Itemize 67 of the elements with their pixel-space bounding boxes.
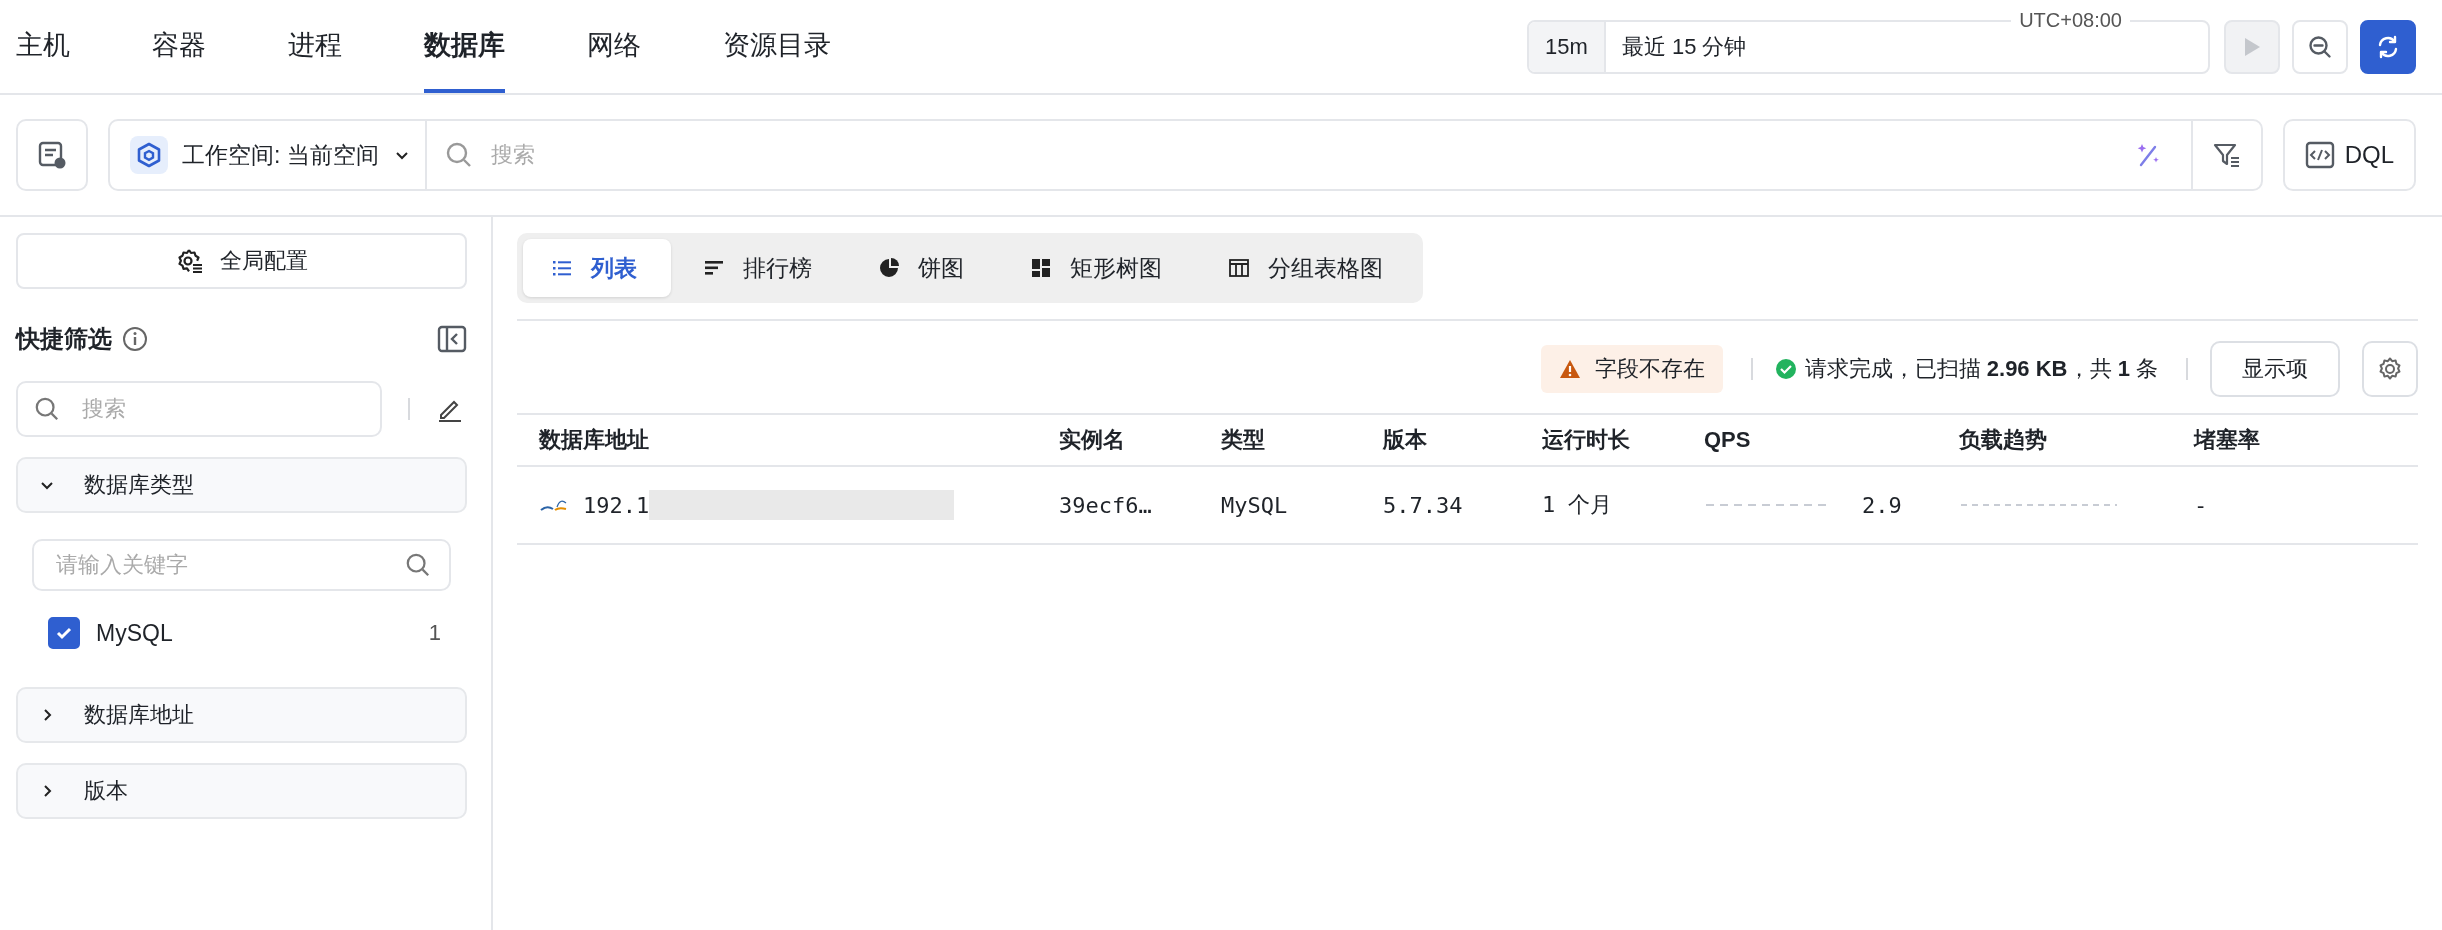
nav-tab[interactable]: 资源目录 xyxy=(723,0,831,93)
column-header: 运行时长 xyxy=(1541,426,1631,454)
display-columns-button[interactable]: 显示项 xyxy=(2210,341,2340,397)
column-header: 负载趋势 xyxy=(1958,426,2048,454)
column-header: 版本 xyxy=(1382,426,1428,454)
collapse-panel-icon[interactable] xyxy=(437,325,467,353)
nav-tab[interactable]: 容器 xyxy=(152,0,206,93)
nav-tab[interactable]: 网络 xyxy=(587,0,641,93)
time-range-badge: 15m xyxy=(1529,21,1606,72)
report-button[interactable] xyxy=(16,119,88,191)
time-range-label: 最近 15 分钟 xyxy=(1620,32,1747,61)
keyword-search-field[interactable]: 请输入关键字 xyxy=(32,539,451,591)
column-header: 类型 xyxy=(1220,426,1266,454)
view-tab[interactable]: 饼图 xyxy=(850,239,998,297)
table-cell-text: MySQL xyxy=(1220,492,1289,518)
filter-group-header[interactable]: 数据库地址 xyxy=(16,687,467,743)
nav-tab[interactable]: 数据库 xyxy=(424,0,505,93)
check-circle-icon xyxy=(1774,358,1797,380)
pie-chart-icon xyxy=(878,257,900,279)
play-icon xyxy=(2243,36,2261,57)
search-icon xyxy=(34,396,60,422)
zoom-out-button[interactable] xyxy=(2292,19,2348,74)
column-header: 堵塞率 xyxy=(2192,426,2261,454)
option-count: 1 xyxy=(428,620,441,646)
filter-search-field[interactable]: 搜索 xyxy=(16,381,382,437)
option-label: MySQL xyxy=(96,619,173,647)
code-icon xyxy=(2304,141,2335,169)
warning-badge: 字段不存在 xyxy=(1540,345,1723,393)
filter-group-header[interactable]: 数据库类型 xyxy=(16,457,467,513)
document-clock-icon xyxy=(37,140,67,170)
settings-icon xyxy=(2377,356,2403,382)
treemap-icon xyxy=(1030,257,1052,279)
view-tab[interactable]: 排行榜 xyxy=(675,239,846,297)
info-icon[interactable] xyxy=(122,326,148,352)
table-cell-text: 39ecf6… xyxy=(1058,492,1153,518)
zoom-out-icon xyxy=(2308,34,2332,59)
view-tab[interactable]: 分组表格图 xyxy=(1200,239,1417,297)
table-cell-text: - xyxy=(2193,492,2209,518)
filter-group-header[interactable]: 版本 xyxy=(16,763,467,819)
dql-button[interactable]: DQL xyxy=(2282,119,2416,191)
checkbox[interactable] xyxy=(48,617,80,649)
workspace-selector[interactable]: 工作空间: 当前空间 xyxy=(110,121,427,189)
view-tab[interactable]: 列表 xyxy=(523,239,671,297)
warning-icon xyxy=(1558,359,1581,379)
nav-tab[interactable]: 主机 xyxy=(16,0,70,93)
global-config-button[interactable]: 全局配置 xyxy=(16,233,467,289)
table-cell-text: 5.7.34 xyxy=(1382,492,1464,518)
column-header: 实例名 xyxy=(1058,426,1126,454)
quick-filter-title: 快捷筛选 xyxy=(16,324,112,354)
gear-list-icon xyxy=(175,247,204,275)
table-cell: 192.1 xyxy=(583,492,650,518)
table-cell-text: 1 个月 xyxy=(1541,491,1614,519)
search-icon xyxy=(444,141,473,169)
column-header: 数据库地址 xyxy=(537,426,650,454)
search-field[interactable]: 搜索 xyxy=(488,141,2117,169)
refresh-icon xyxy=(2376,34,2400,59)
table-cell: 2.9 xyxy=(1862,492,1902,518)
table-icon xyxy=(1228,257,1250,279)
status-message: 请求完成，已扫描 2.96 KB，共 1 条 xyxy=(1804,355,2158,383)
refresh-button[interactable] xyxy=(2360,19,2416,74)
search-icon xyxy=(405,552,431,578)
settings-button[interactable] xyxy=(2362,341,2418,397)
nav-tab[interactable]: 进程 xyxy=(288,0,342,93)
search-bar[interactable]: 工作空间: 当前空间 搜索 xyxy=(108,119,2263,191)
cube-icon xyxy=(130,136,168,174)
view-tab[interactable]: 矩形树图 xyxy=(1002,239,1196,297)
column-header: QPS xyxy=(1703,427,1752,453)
